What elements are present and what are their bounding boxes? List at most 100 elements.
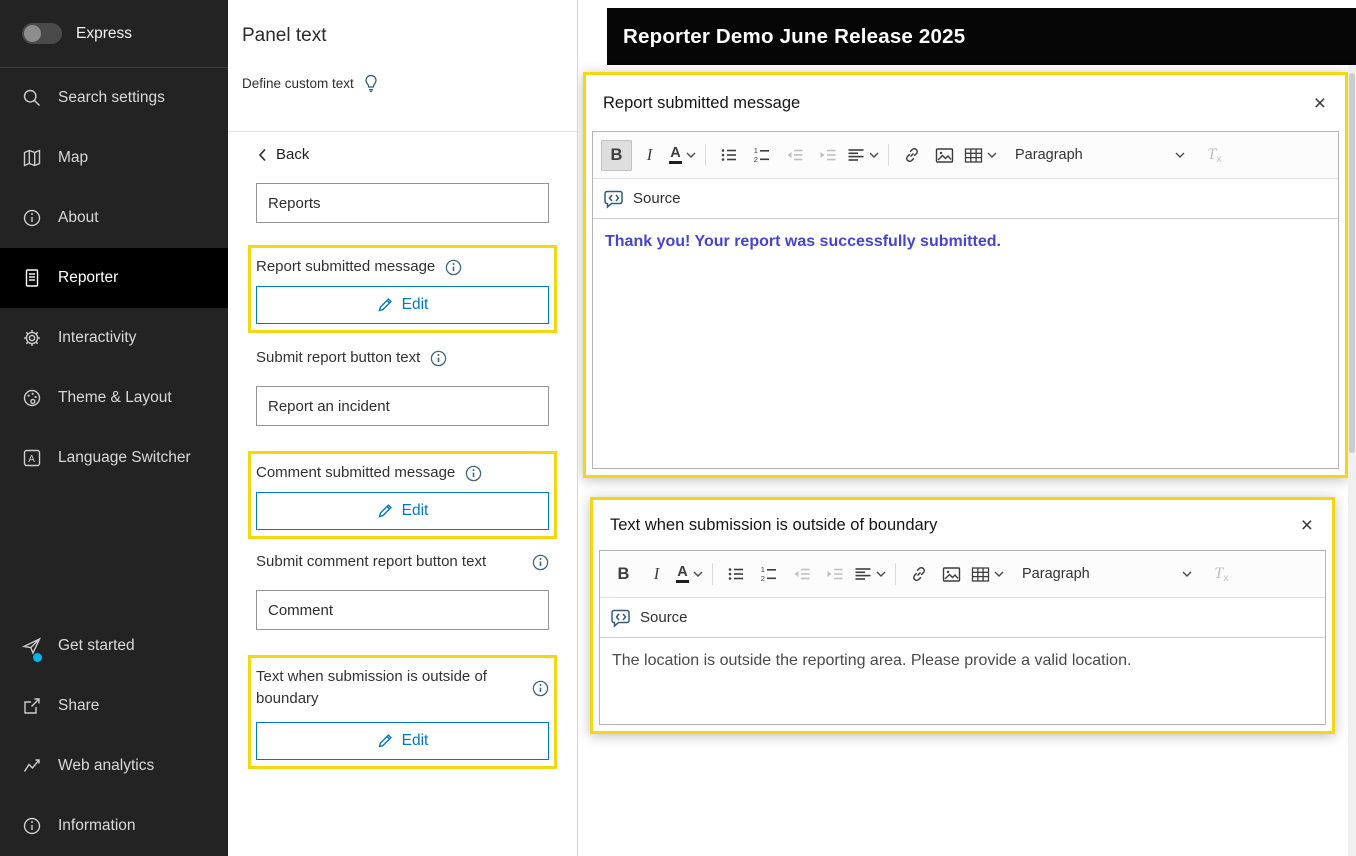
svg-text:1: 1 xyxy=(753,146,757,155)
express-toggle[interactable] xyxy=(22,23,62,44)
info-icon[interactable] xyxy=(430,350,447,367)
bulleted-list-button[interactable] xyxy=(713,140,744,171)
chevron-down-icon xyxy=(987,152,997,158)
italic-button[interactable]: I xyxy=(634,140,665,171)
app-window: Express Search settings Map About Report… xyxy=(0,0,1356,856)
info-icon[interactable] xyxy=(465,465,482,482)
panel-heading-input[interactable] xyxy=(256,183,549,223)
rich-text-editor: B I A 12 xyxy=(599,550,1326,725)
decrease-indent-button[interactable] xyxy=(779,140,810,171)
tour-highlight-report-submitted: Report submitted message Edit xyxy=(248,245,557,333)
line-chart-icon xyxy=(23,759,40,772)
sidebar-item-get-started[interactable]: Get started xyxy=(0,616,228,676)
chevron-down-icon xyxy=(869,152,879,158)
sidebar-item-theme-layout[interactable]: Theme & Layout xyxy=(0,368,228,428)
submit-comment-button-text-input[interactable] xyxy=(256,590,549,630)
source-toggle-button[interactable]: Source xyxy=(593,179,1338,219)
image-button[interactable] xyxy=(936,559,967,590)
field-label: Submit report button text xyxy=(256,349,421,366)
image-icon xyxy=(942,566,961,582)
decrease-indent-icon xyxy=(787,149,802,161)
image-button[interactable] xyxy=(929,140,960,171)
edit-report-submitted-button[interactable]: Edit xyxy=(256,286,549,324)
paragraph-style-select[interactable]: Paragraph xyxy=(1022,566,1192,582)
source-toggle-button[interactable]: Source xyxy=(600,598,1325,638)
toolbar-separator xyxy=(895,563,896,585)
numbered-list-button[interactable]: 12 xyxy=(746,140,777,171)
link-button[interactable] xyxy=(896,140,927,171)
paragraph-label: Paragraph xyxy=(1022,566,1090,582)
sidebar-item-search-settings[interactable]: Search settings xyxy=(0,68,228,128)
sidebar-footer: Get started Share Web analytics Informat… xyxy=(0,616,228,856)
toolbar-separator xyxy=(888,144,889,166)
table-button[interactable] xyxy=(969,559,1006,590)
italic-button[interactable]: I xyxy=(641,559,672,590)
sidebar-item-interactivity[interactable]: Interactivity xyxy=(0,308,228,368)
numbered-list-icon: 12 xyxy=(753,146,769,164)
numbered-list-icon: 12 xyxy=(760,565,776,583)
bulleted-list-button[interactable] xyxy=(720,559,751,590)
bold-button[interactable]: B xyxy=(608,559,639,590)
app-header: Reporter Demo June Release 2025 xyxy=(607,8,1356,65)
settings-sidebar: Express Search settings Map About Report… xyxy=(0,0,228,856)
edit-outside-boundary-button[interactable]: Edit xyxy=(256,722,549,760)
map-icon xyxy=(23,149,41,167)
rte-content-area[interactable]: The location is outside the reporting ar… xyxy=(600,638,1325,724)
bold-button[interactable]: B xyxy=(601,139,632,171)
field-label: Report submitted message xyxy=(256,258,436,275)
paragraph-style-select[interactable]: Paragraph xyxy=(1015,147,1185,163)
table-button[interactable] xyxy=(962,140,999,171)
rte-content-area[interactable]: Thank you! Your report was successfully … xyxy=(593,219,1338,468)
scrollbar-thumb[interactable] xyxy=(1349,73,1355,453)
clear-formatting-button[interactable]: Tx xyxy=(1199,140,1230,171)
sidebar-item-share[interactable]: Share xyxy=(0,676,228,736)
sidebar-item-information[interactable]: Information xyxy=(0,796,228,856)
info-icon[interactable] xyxy=(532,554,549,571)
close-icon[interactable]: × xyxy=(1312,93,1328,114)
message-text: The location is outside the reporting ar… xyxy=(612,652,1132,669)
dialog-title: Text when submission is outside of bound… xyxy=(610,515,938,534)
search-icon xyxy=(23,89,40,106)
clear-formatting-button[interactable]: Tx xyxy=(1206,559,1237,590)
back-label: Back xyxy=(276,146,310,163)
numbered-list-button[interactable]: 12 xyxy=(753,559,784,590)
sidebar-item-reporter[interactable]: Reporter xyxy=(0,248,228,308)
scrollbar[interactable] xyxy=(1348,65,1356,856)
chevron-down-icon xyxy=(686,152,696,158)
info-icon[interactable] xyxy=(445,259,462,276)
image-icon xyxy=(935,147,954,163)
decrease-indent-button[interactable] xyxy=(786,559,817,590)
font-color-button[interactable]: A xyxy=(667,140,698,171)
sidebar-item-label: Interactivity xyxy=(58,329,137,346)
increase-indent-button[interactable] xyxy=(812,140,843,171)
sidebar-item-language-switcher[interactable]: A Language Switcher xyxy=(0,428,228,488)
report-document-icon xyxy=(25,269,39,287)
alignment-button[interactable] xyxy=(845,140,881,171)
dialog-header: Text when submission is outside of bound… xyxy=(593,500,1332,550)
sidebar-item-map[interactable]: Map xyxy=(0,128,228,188)
sidebar-item-about[interactable]: About xyxy=(0,188,228,248)
submit-report-button-text-input[interactable] xyxy=(256,386,549,426)
increase-indent-button[interactable] xyxy=(819,559,850,590)
toolbar-separator xyxy=(705,144,706,166)
sidebar-item-label: Get started xyxy=(58,637,135,654)
close-icon[interactable]: × xyxy=(1299,515,1315,536)
sidebar-item-label: Information xyxy=(58,817,136,834)
tour-highlight-comment-submitted: Comment submitted message Edit xyxy=(248,451,557,539)
lightbulb-icon xyxy=(365,74,377,93)
share-icon xyxy=(24,698,40,714)
decrease-indent-icon xyxy=(794,568,809,580)
back-button[interactable]: Back xyxy=(228,132,577,169)
field-label: Submit comment report button text xyxy=(256,553,487,570)
sidebar-item-web-analytics[interactable]: Web analytics xyxy=(0,736,228,796)
align-left-icon xyxy=(848,149,864,161)
alignment-button[interactable] xyxy=(852,559,888,590)
link-button[interactable] xyxy=(903,559,934,590)
palette-icon xyxy=(23,389,41,407)
info-icon[interactable] xyxy=(532,680,549,697)
rich-text-editor: B I A 12 xyxy=(592,131,1339,469)
font-color-button[interactable]: A xyxy=(674,559,705,590)
edit-comment-submitted-button[interactable]: Edit xyxy=(256,492,549,530)
field-label-row: Submit report button text xyxy=(256,347,549,369)
sidebar-item-label: Language Switcher xyxy=(58,449,191,466)
